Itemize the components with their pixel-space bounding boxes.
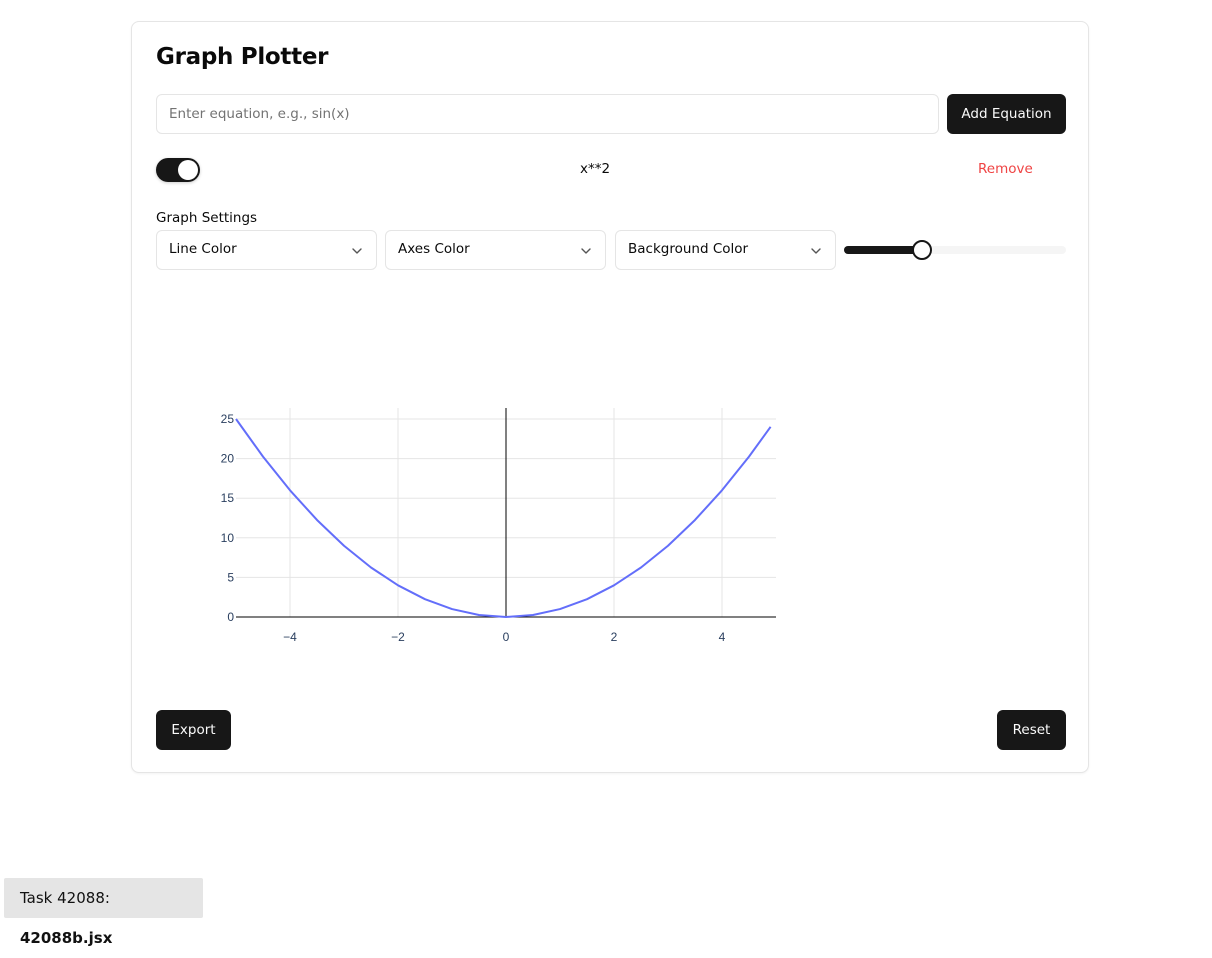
y-tick-label: 20 — [221, 452, 235, 466]
reset-button[interactable]: Reset — [997, 710, 1066, 750]
x-tick-label: 4 — [719, 630, 726, 644]
graph-settings-label: Graph Settings — [156, 210, 258, 226]
page-title: Graph Plotter — [156, 44, 329, 70]
equation-input[interactable] — [156, 94, 939, 134]
chevron-down-icon — [581, 248, 591, 254]
chevron-down-icon — [811, 248, 821, 254]
slider-range — [844, 246, 922, 254]
x-tick-label: 0 — [503, 630, 510, 644]
y-tick-label: 5 — [227, 570, 234, 584]
task-footer: Task 42088: 42088b.jsx — [4, 878, 203, 947]
task-label: Task 42088: — [20, 889, 110, 907]
y-tick-label: 0 — [227, 610, 234, 624]
axes-color-select-label: Axes Color — [398, 241, 470, 257]
export-button[interactable]: Export — [156, 710, 231, 750]
x-tick-label: 2 — [611, 630, 618, 644]
axes-color-select[interactable]: Axes Color — [385, 230, 606, 270]
add-equation-button[interactable]: Add Equation — [947, 94, 1066, 134]
toggle-knob — [178, 160, 198, 180]
graph-plotter-card: Graph Plotter Add Equation x**2 Remove G… — [131, 21, 1089, 773]
graph-plot: −4 −2 0 2 4 0 5 10 15 20 25 — [221, 408, 776, 644]
y-tick-label: 15 — [221, 491, 235, 505]
slider-thumb[interactable] — [911, 240, 932, 260]
x-tick-label: −4 — [283, 630, 297, 644]
equation-label: x**2 — [579, 161, 611, 177]
x-tick-label: −2 — [391, 630, 405, 644]
line-width-slider[interactable] — [844, 240, 1066, 260]
background-color-select[interactable]: Background Color — [615, 230, 836, 270]
slider-track — [844, 246, 1066, 254]
background-color-select-label: Background Color — [628, 241, 749, 257]
y-tick-label: 25 — [221, 412, 235, 426]
equation-visibility-toggle[interactable] — [156, 158, 200, 182]
series-line — [235, 418, 772, 618]
remove-equation-button[interactable]: Remove — [978, 161, 1033, 177]
line-color-select-label: Line Color — [169, 241, 237, 257]
y-tick-label: 10 — [221, 531, 235, 545]
task-file-name: 42088b.jsx — [20, 929, 113, 947]
line-color-select[interactable]: Line Color — [156, 230, 377, 270]
chevron-down-icon — [352, 248, 362, 254]
